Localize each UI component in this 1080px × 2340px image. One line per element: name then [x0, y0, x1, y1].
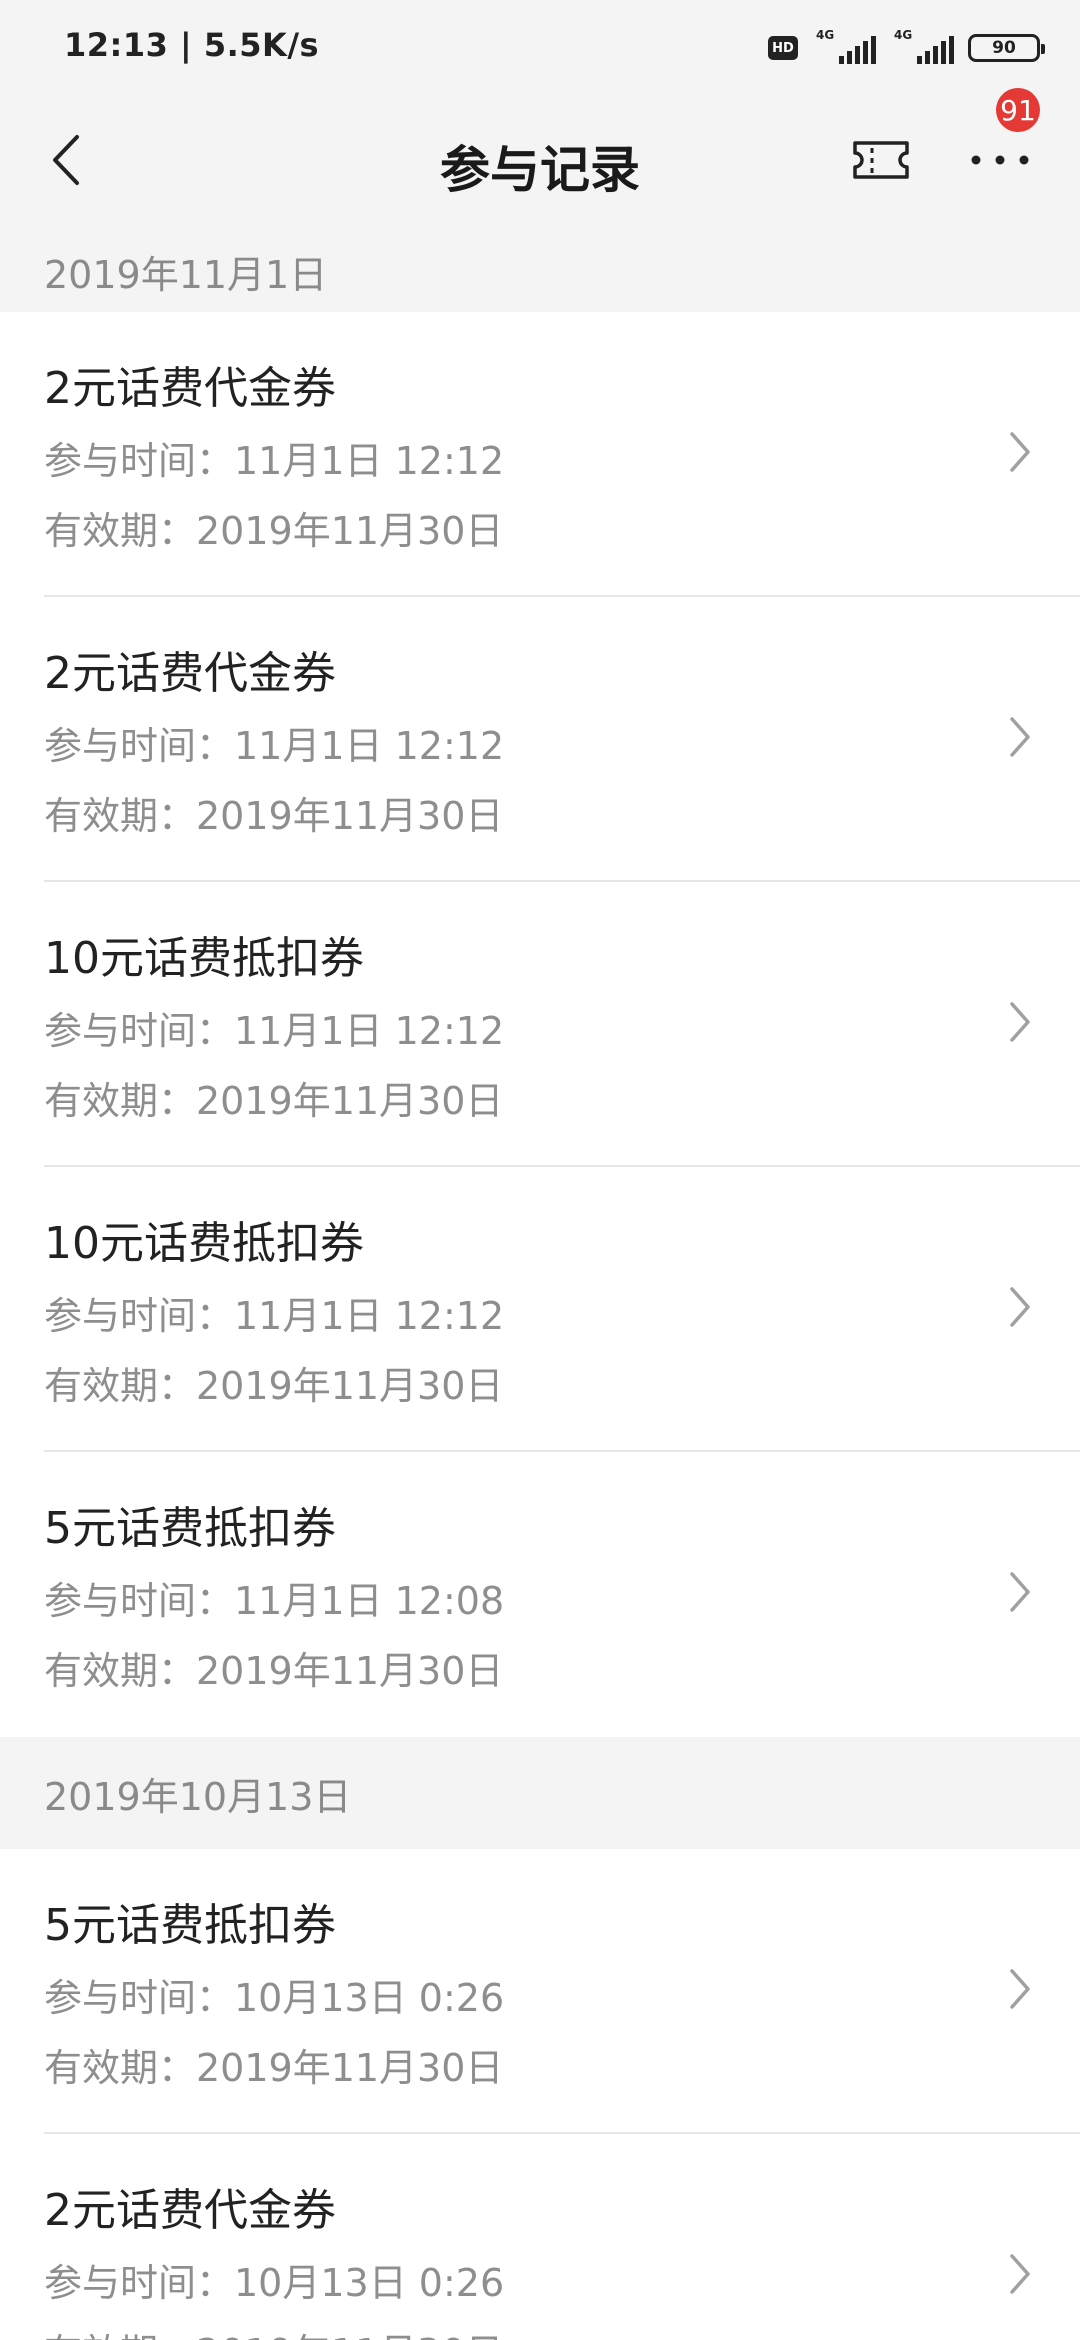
- signal-icon: 4G: [812, 28, 876, 66]
- hd-icon: HD: [768, 36, 798, 60]
- record-item[interactable]: 5元话费抵扣券 参与时间：11月1日 12:08 有效期：2019年11月30日: [0, 1452, 1080, 1737]
- record-expiry: 有效期：2019年11月30日: [44, 1364, 504, 1408]
- record-item[interactable]: 10元话费抵扣券 参与时间：11月1日 12:12 有效期：2019年11月30…: [0, 1167, 1080, 1452]
- record-title: 10元话费抵扣券: [44, 1218, 364, 1269]
- ticket-icon: [853, 141, 909, 179]
- record-participation-time: 参与时间：10月13日 0:26: [44, 1976, 505, 2020]
- chevron-right-icon: [1000, 992, 1040, 1052]
- record-participation-time: 参与时间：11月1日 12:08: [44, 1579, 505, 1623]
- ticket-button[interactable]: [846, 120, 916, 200]
- more-icon: [971, 155, 1029, 165]
- battery-level: 90: [992, 38, 1016, 58]
- record-item[interactable]: 10元话费抵扣券 参与时间：11月1日 12:12 有效期：2019年11月30…: [0, 882, 1080, 1167]
- chevron-right-icon: [1000, 707, 1040, 767]
- record-expiry: 有效期：2019年11月30日: [44, 509, 504, 553]
- navigation-bar: 参与记录: [0, 90, 1080, 230]
- record-item[interactable]: 2元话费代金券 参与时间：11月1日 12:12 有效期：2019年11月30日: [0, 312, 1080, 597]
- chevron-right-icon: [1000, 2244, 1040, 2304]
- record-title: 2元话费代金券: [44, 2185, 336, 2236]
- record-participation-time: 参与时间：11月1日 12:12: [44, 1009, 505, 1053]
- status-bar: 12:13 | 5.5K/s HD 4G 4G 90: [0, 0, 1080, 90]
- chevron-right-icon: [1000, 1959, 1040, 2019]
- record-title: 5元话费抵扣券: [44, 1900, 336, 1951]
- record-expiry: 有效期：2019年11月30日: [44, 2046, 504, 2090]
- status-icons: HD 4G 4G 90: [768, 28, 1045, 68]
- notification-badge: 91: [996, 88, 1040, 132]
- page-title: 参与记录: [440, 141, 640, 199]
- record-title: 5元话费抵扣券: [44, 1503, 336, 1554]
- network-label: 4G: [894, 28, 913, 42]
- signal-icon: 4G: [890, 28, 954, 66]
- record-expiry: 有效期：2019年11月30日: [44, 794, 504, 838]
- record-participation-time: 参与时间：11月1日 12:12: [44, 439, 505, 483]
- record-participation-time: 参与时间：10月13日 0:26: [44, 2261, 505, 2305]
- record-title: 10元话费抵扣券: [44, 933, 364, 984]
- more-button[interactable]: [960, 120, 1040, 200]
- chevron-right-icon: [1000, 1562, 1040, 1622]
- record-title: 2元话费代金券: [44, 363, 336, 414]
- network-label: 4G: [816, 28, 835, 42]
- record-participation-time: 参与时间：11月1日 12:12: [44, 724, 505, 768]
- record-participation-time: 参与时间：11月1日 12:12: [44, 1294, 505, 1338]
- record-expiry: 有效期：2019年11月30日: [44, 2322, 503, 2340]
- battery-icon: 90: [968, 34, 1045, 62]
- record-expiry: 有效期：2019年11月30日: [44, 1079, 504, 1123]
- section-date-header: 2019年11月1日: [0, 230, 1080, 312]
- record-title: 2元话费代金券: [44, 648, 336, 699]
- record-item[interactable]: 5元话费抵扣券 参与时间：10月13日 0:26 有效期：2019年11月30日: [0, 1849, 1080, 2134]
- status-time-speed: 12:13 | 5.5K/s: [64, 26, 320, 64]
- chevron-right-icon: [1000, 1277, 1040, 1337]
- record-expiry: 有效期：2019年11月30日: [44, 1649, 504, 1693]
- record-item[interactable]: 2元话费代金券 参与时间：10月13日 0:26 有效期：2019年11月30日: [0, 2134, 1080, 2340]
- record-item[interactable]: 2元话费代金券 参与时间：11月1日 12:12 有效期：2019年11月30日: [0, 597, 1080, 882]
- section-date-header: 2019年10月13日: [0, 1737, 1080, 1849]
- chevron-right-icon: [1000, 422, 1040, 482]
